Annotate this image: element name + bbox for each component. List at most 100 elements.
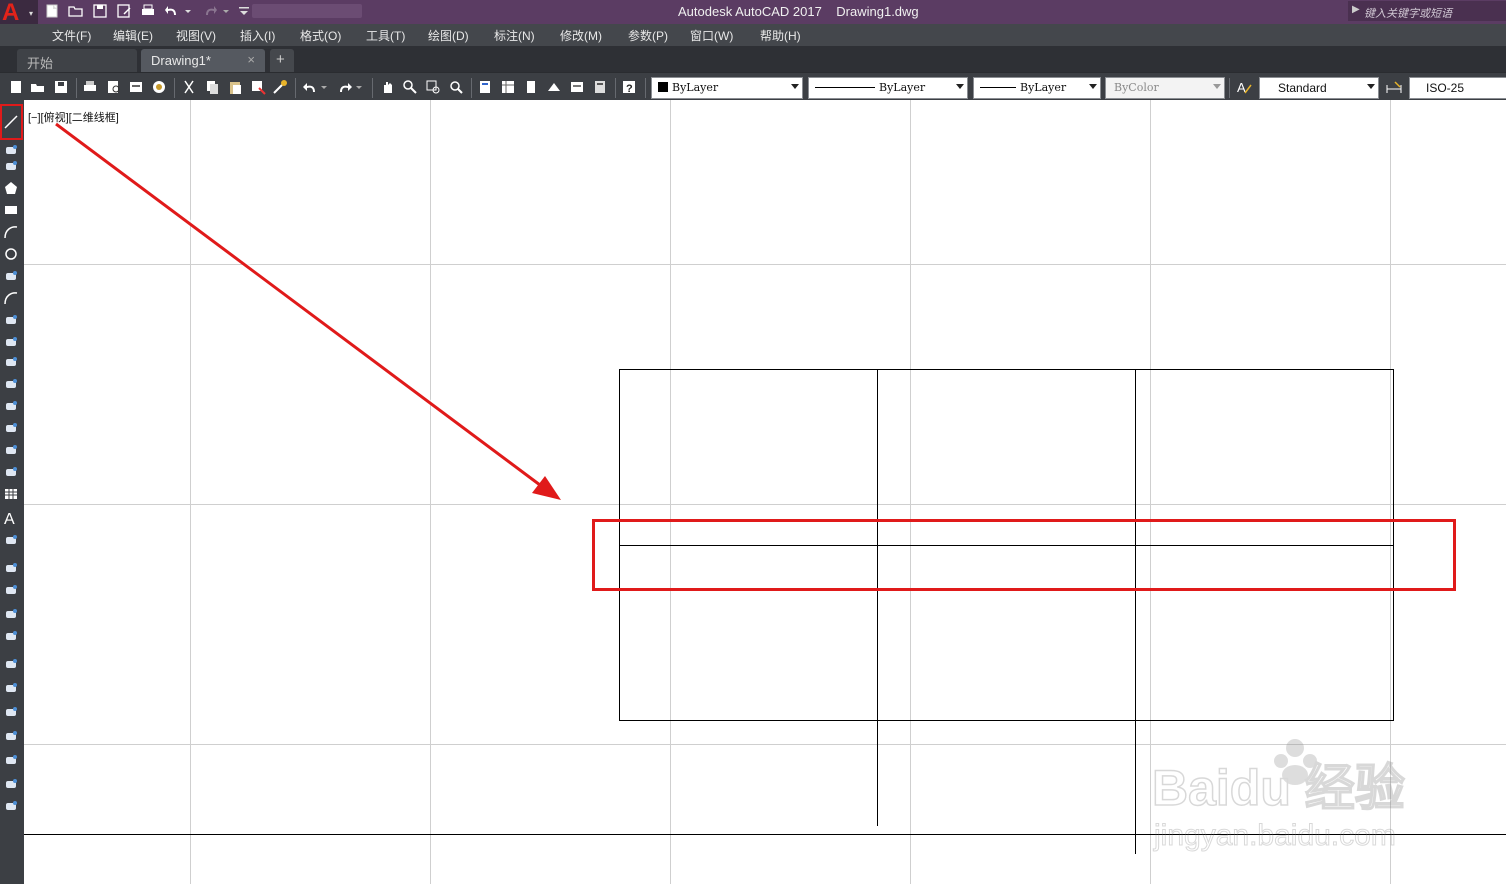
tab-drawing1[interactable]: Drawing1* × [141,49,265,72]
stretch-icon[interactable] [3,606,19,622]
properties-icon[interactable] [477,79,493,95]
expand-arrow-icon[interactable]: ▶ [1352,4,1360,15]
chevron-down-icon[interactable] [184,3,192,19]
menu-file[interactable]: 文件(F) [52,27,91,44]
undo-icon[interactable] [164,3,180,19]
polygon-icon[interactable] [3,180,19,196]
mirror-icon[interactable] [3,656,19,672]
menu-edit[interactable]: 编辑(E) [113,27,153,44]
trim-icon[interactable] [3,728,19,744]
ellipse-icon[interactable] [3,312,19,328]
dimension-style-icon[interactable] [1386,79,1402,95]
dimension-style-select[interactable]: ISO-25 [1409,77,1506,99]
gradient-icon[interactable] [3,442,19,458]
menu-parametric[interactable]: 参数(P) [628,27,668,44]
copy-icon[interactable] [204,79,220,95]
color-swatch [658,82,668,92]
workspace-switcher[interactable] [252,4,362,18]
menu-window[interactable]: 窗口(W) [690,27,733,44]
redo-icon[interactable] [202,3,218,19]
pan-icon[interactable] [380,79,396,95]
customize-qat-icon[interactable] [236,3,252,19]
zoom-window-icon[interactable] [425,79,441,95]
file-tab-bar: 开始 Drawing1* × + [0,46,1506,72]
make-block-icon[interactable] [3,376,19,392]
rectangle-icon[interactable] [3,202,19,218]
plot-preview-icon[interactable] [106,79,122,95]
cloud-icon[interactable] [3,268,19,284]
zoom-previous-icon[interactable] [448,79,464,95]
break-icon[interactable] [3,776,19,792]
sheet-set-icon[interactable] [546,79,562,95]
extend-icon[interactable] [3,752,19,768]
fillet-icon[interactable] [3,798,19,814]
tab-start[interactable]: 开始 [17,49,137,72]
table-icon[interactable] [3,486,19,502]
watermark-url: jingyan.baidu.com [1153,819,1396,852]
paste-icon[interactable] [227,79,243,95]
chevron-down-icon[interactable] [222,3,230,19]
text-style-select[interactable]: Standard [1259,77,1379,99]
publish-icon[interactable] [128,79,144,95]
undo-icon[interactable] [302,79,318,95]
save-icon[interactable] [92,3,108,19]
help-icon[interactable]: ? [621,79,637,95]
offset-icon[interactable] [3,680,19,696]
point-icon[interactable] [3,398,19,414]
new-icon[interactable] [44,3,60,19]
menu-view[interactable]: 视图(V) [176,27,216,44]
add-selected-icon[interactable] [3,532,19,548]
circle-icon[interactable] [3,246,19,262]
search-input[interactable]: 键入关键字或短语 [1364,5,1452,21]
new-tab-button[interactable]: + [270,49,294,72]
menu-help[interactable]: 帮助(H) [760,27,801,44]
search-box[interactable]: ▶ 键入关键字或短语 [1348,1,1506,21]
linetype-control-select[interactable]: ByLayer [808,77,968,99]
chevron-down-icon[interactable] [355,79,363,95]
array-icon[interactable] [3,704,19,720]
menu-insert[interactable]: 插入(I) [240,27,275,44]
arc-icon[interactable] [3,224,19,240]
print-icon[interactable] [140,3,156,19]
color-control-select[interactable]: ByLayer [651,77,803,99]
new-icon[interactable] [8,79,24,95]
polyline-icon[interactable] [3,142,19,158]
open-icon[interactable] [30,79,46,95]
application-menu-button[interactable]: A ▾ [0,0,38,26]
rotate-icon[interactable] [3,628,19,644]
menu-draw[interactable]: 绘图(D) [428,27,469,44]
quickcalc-icon[interactable] [592,79,608,95]
save-icon[interactable] [53,79,69,95]
revcloud-icon[interactable] [3,158,19,174]
menu-format[interactable]: 格式(O) [300,27,341,44]
match-properties-icon[interactable] [250,79,266,95]
markup-set-icon[interactable] [569,79,585,95]
copy-icon[interactable] [3,582,19,598]
open-icon[interactable] [68,3,84,19]
viewport-controls-label[interactable]: [−][俯视][二维线框] [28,109,119,125]
drawing-canvas[interactable]: Baidu 经验 jingyan.baidu.com [24,100,1506,884]
close-icon[interactable]: × [247,52,255,67]
menu-tools[interactable]: 工具(T) [366,27,405,44]
hatch-icon[interactable] [3,420,19,436]
ellipse-arc-icon[interactable] [3,334,19,350]
redo-icon[interactable] [337,79,353,95]
cut-icon[interactable] [181,79,197,95]
chevron-down-icon[interactable] [320,79,328,95]
menu-dimension[interactable]: 标注(N) [494,27,535,44]
plot-icon[interactable] [82,79,98,95]
spline-icon[interactable] [3,290,19,306]
3d-print-icon[interactable] [151,79,167,95]
zoom-realtime-icon[interactable] [402,79,418,95]
region-icon[interactable] [3,464,19,480]
block-editor-icon[interactable] [272,79,288,95]
move-icon[interactable] [3,560,19,576]
save-as-icon[interactable] [116,3,132,19]
tool-palettes-icon[interactable] [523,79,539,95]
design-center-icon[interactable] [500,79,516,95]
menu-modify[interactable]: 修改(M) [560,27,602,44]
text-style-icon[interactable]: A [1236,79,1252,95]
text-icon[interactable]: A [3,510,19,528]
insert-block-icon[interactable] [3,354,19,370]
lineweight-control-select[interactable]: ByLayer [973,77,1101,99]
